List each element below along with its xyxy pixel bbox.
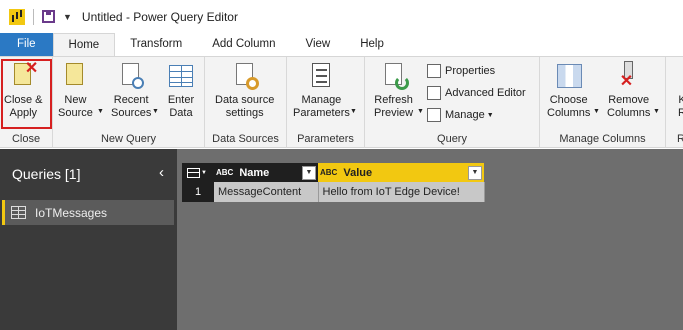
recent-sources-label: Recent Sources (111, 94, 152, 119)
tab-add-column[interactable]: Add Column (197, 33, 290, 56)
highlight-box (1, 59, 52, 129)
parameters-icon (306, 61, 336, 91)
group-query: Refresh Preview ▼ Properties Advanced Ed… (365, 57, 540, 148)
group-data-sources: Data source settings Data Sources (205, 57, 287, 148)
group-label-close: Close (11, 133, 41, 145)
refresh-dropdown-icon[interactable]: ▼ (417, 108, 424, 115)
tab-view[interactable]: View (291, 33, 346, 56)
table-cell[interactable]: Hello from IoT Edge Device! (318, 182, 485, 202)
selection-accent (2, 200, 5, 225)
row-number[interactable]: 1 (182, 182, 214, 202)
group-label-partial: R (677, 133, 683, 145)
query-item-label: IoTMessages (35, 205, 108, 220)
data-source-settings-label: Data source settings (215, 94, 275, 119)
chevron-down-icon: ▼ (201, 169, 207, 176)
data-grid: ▼ ABC Name ▼ ABC Value ▼ 1 MessageConten… (182, 163, 485, 202)
divider (33, 8, 34, 25)
ribbon-tabs: File Home Transform Add Column View Help (0, 33, 683, 56)
choose-columns-icon (554, 61, 584, 91)
manage-button[interactable]: Manage ▼ (427, 106, 494, 124)
remove-columns-icon: ✕ (614, 61, 644, 91)
remove-columns-dropdown-icon[interactable]: ▼ (653, 108, 660, 115)
remove-columns-button[interactable]: ✕ Remove Columns (607, 61, 650, 120)
advanced-editor-button[interactable]: Advanced Editor (427, 84, 526, 102)
group-label-new-query: New Query (100, 133, 157, 145)
advanced-editor-icon (427, 86, 441, 100)
choose-columns-button[interactable]: Choose Columns (547, 61, 590, 120)
enter-data-label: Enter Data (167, 94, 195, 119)
table-menu-button[interactable]: ▼ (182, 163, 214, 182)
text-type-icon[interactable]: ABC (216, 168, 233, 177)
power-bi-logo-icon (9, 8, 25, 25)
query-item-iotmessages[interactable]: IoTMessages (2, 200, 174, 225)
tab-home[interactable]: Home (52, 33, 116, 56)
group-label-query: Query (437, 133, 467, 145)
table-icon (166, 61, 196, 91)
recent-sources-icon (116, 61, 146, 91)
table-row[interactable]: 1 MessageContent Hello from IoT Edge Dev… (182, 182, 485, 202)
properties-button[interactable]: Properties (427, 62, 495, 80)
tab-transform[interactable]: Transform (115, 33, 197, 56)
group-close: ✕ Close & Apply Close (0, 57, 53, 148)
ribbon: ✕ Close & Apply Close New Source ▼ Recen… (0, 56, 683, 148)
queries-title: Queries [1] (12, 166, 81, 182)
title-bar: ▼ Untitled - Power Query Editor (0, 0, 683, 33)
tab-file[interactable]: File (0, 33, 53, 56)
properties-label: Properties (445, 65, 496, 77)
collapse-chevron-icon[interactable]: ‹ (159, 164, 164, 181)
manage-parameters-dropdown-icon[interactable]: ▼ (350, 108, 357, 115)
new-source-icon (60, 61, 90, 91)
group-label-manage-columns: Manage Columns (559, 133, 646, 145)
enter-data-button[interactable]: Enter Data (166, 61, 196, 120)
partial-label: K R (678, 94, 683, 119)
column-name-label: Name (239, 166, 270, 179)
quick-access-dropdown-icon[interactable]: ▼ (63, 12, 72, 22)
new-source-label: New Source (58, 94, 93, 119)
remove-columns-label: Remove Columns (607, 94, 651, 119)
filter-dropdown-icon[interactable]: ▼ (302, 165, 316, 180)
group-new-query: New Source ▼ Recent Sources ▼ Enter Data… (53, 57, 205, 148)
choose-columns-label: Choose Columns (547, 94, 591, 119)
data-preview-area: ▼ ABC Name ▼ ABC Value ▼ 1 MessageConten… (177, 149, 683, 330)
manage-parameters-button[interactable]: Manage Parameters (293, 61, 350, 120)
group-label-data-sources: Data Sources (212, 133, 279, 145)
manage-parameters-label: Manage Parameters (293, 94, 350, 119)
manage-icon (427, 108, 441, 122)
column-header-name[interactable]: ABC Name ▼ (214, 163, 318, 182)
text-type-icon[interactable]: ABC (320, 168, 337, 177)
table-cell[interactable]: MessageContent (214, 182, 319, 202)
advanced-editor-label: Advanced Editor (445, 87, 526, 99)
column-name-label: Value (343, 166, 373, 179)
recent-sources-button[interactable]: Recent Sources (111, 61, 151, 120)
column-header-value[interactable]: ABC Value ▼ (318, 163, 484, 182)
data-source-settings-button[interactable]: Data source settings (215, 61, 274, 120)
new-source-dropdown-icon[interactable]: ▼ (97, 108, 104, 115)
tab-help[interactable]: Help (345, 33, 399, 56)
queries-pane: Queries [1] ‹ IoTMessages (0, 149, 177, 330)
refresh-preview-label: Refresh Preview (374, 94, 414, 119)
group-manage-columns: Choose Columns ▼ ✕ Remove Columns ▼ Mana… (540, 57, 666, 148)
refresh-preview-button[interactable]: Refresh Preview (374, 61, 413, 120)
table-icon (187, 167, 200, 178)
manage-label: Manage (445, 109, 485, 121)
data-source-settings-icon (230, 61, 260, 91)
table-icon (11, 206, 26, 219)
group-label-parameters: Parameters (297, 133, 354, 145)
group-parameters: Manage Parameters ▼ Parameters (287, 57, 365, 148)
filter-dropdown-icon[interactable]: ▼ (468, 165, 482, 180)
properties-icon (427, 64, 441, 78)
refresh-icon (379, 61, 409, 91)
choose-columns-dropdown-icon[interactable]: ▼ (593, 108, 600, 115)
manage-dropdown-icon: ▼ (486, 111, 494, 119)
partial-button[interactable]: K R (677, 61, 683, 120)
group-partial: K R R (666, 57, 683, 148)
partial-icon (677, 61, 683, 91)
save-icon[interactable] (42, 10, 55, 23)
recent-sources-dropdown-icon[interactable]: ▼ (152, 108, 159, 115)
window-title: Untitled - Power Query Editor (81, 9, 238, 24)
new-source-button[interactable]: New Source (58, 61, 93, 120)
